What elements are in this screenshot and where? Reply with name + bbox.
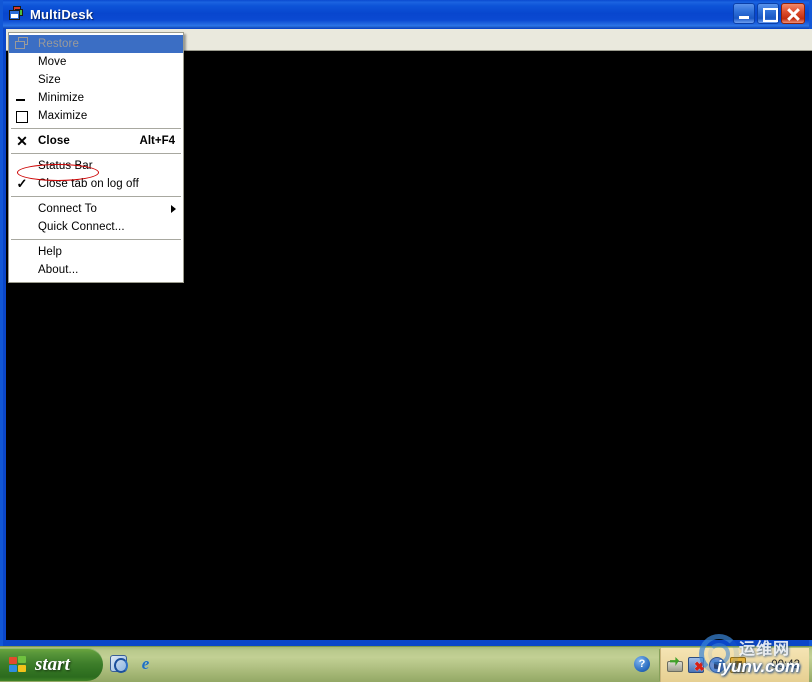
menu-item-label: Quick Connect... xyxy=(38,221,125,233)
network-disconnected-icon[interactable] xyxy=(688,657,705,673)
menu-item-label: Close xyxy=(38,135,70,147)
menu-item-quick-connect[interactable]: Quick Connect... xyxy=(9,218,183,236)
maximize-button[interactable] xyxy=(757,3,779,24)
help-button[interactable]: ? xyxy=(634,656,650,672)
menu-item-label: Help xyxy=(38,246,63,258)
quick-launch-bar: e xyxy=(110,655,154,673)
show-desktop-icon[interactable] xyxy=(110,655,128,673)
menu-item-close-tab-on-log-off[interactable]: ✓ Close tab on log off xyxy=(9,175,183,193)
menu-item-label: Close tab on log off xyxy=(38,178,139,190)
start-button-label: start xyxy=(35,653,70,675)
menu-item-connect-to[interactable]: Connect To xyxy=(9,200,183,218)
check-icon: ✓ xyxy=(16,176,28,191)
menu-item-move[interactable]: Move xyxy=(9,53,183,71)
start-button[interactable]: start xyxy=(0,648,103,681)
chevron-right-icon xyxy=(171,205,176,213)
menu-separator xyxy=(11,239,181,240)
menu-item-minimize[interactable]: Minimize xyxy=(9,89,183,107)
menu-item-label: Size xyxy=(38,74,61,86)
restore-icon xyxy=(15,37,29,51)
minimize-button[interactable] xyxy=(733,3,755,24)
menu-item-help[interactable]: Help xyxy=(9,243,183,261)
menu-item-close[interactable]: ✕ Close Alt+F4 xyxy=(9,132,183,150)
menu-item-label: Connect To xyxy=(38,203,97,215)
menu-separator xyxy=(11,196,181,197)
multidesk-window-icon[interactable] xyxy=(8,6,24,22)
menu-item-maximize[interactable]: Maximize xyxy=(9,107,183,125)
menu-item-label: Minimize xyxy=(38,92,85,104)
close-x-icon: ✕ xyxy=(16,133,28,149)
menu-item-label: Restore xyxy=(38,38,79,50)
windows-taskbar: start e ? 00:42 xyxy=(0,646,812,682)
system-menu-popup[interactable]: Restore Move Size Minimize Maximize ✕ Cl… xyxy=(8,32,184,283)
menu-separator xyxy=(11,153,181,154)
close-button[interactable] xyxy=(781,3,805,24)
maximize-icon xyxy=(15,109,29,123)
menu-item-accelerator: Alt+F4 xyxy=(139,135,175,147)
internet-explorer-icon[interactable]: e xyxy=(137,655,154,672)
multidesk-window: MultiDesk Restore Move Size Minimize Max… xyxy=(0,0,812,682)
tray-clock[interactable]: 00:42 xyxy=(771,659,800,671)
menu-item-label: Maximize xyxy=(38,110,88,122)
system-tray: 00:42 xyxy=(660,648,809,682)
window-title: MultiDesk xyxy=(30,6,94,22)
menu-item-label: About... xyxy=(38,264,79,276)
windows-flag-icon xyxy=(9,655,28,674)
menu-item-status-bar[interactable]: Status Bar xyxy=(9,157,183,175)
menu-item-about[interactable]: About... xyxy=(9,261,183,279)
security-shield-icon[interactable] xyxy=(730,657,746,673)
title-bar[interactable]: MultiDesk xyxy=(3,0,809,28)
menu-item-size[interactable]: Size xyxy=(9,71,183,89)
menu-separator xyxy=(11,128,181,129)
title-bar-buttons xyxy=(733,3,805,24)
menu-item-label: Move xyxy=(38,56,67,68)
menu-item-restore[interactable]: Restore xyxy=(9,35,183,53)
volume-icon[interactable] xyxy=(709,657,725,673)
menu-item-label: Status Bar xyxy=(38,160,93,172)
icon-square-blue xyxy=(9,10,20,20)
printer-install-icon[interactable] xyxy=(667,661,683,672)
minimize-icon xyxy=(15,91,29,105)
